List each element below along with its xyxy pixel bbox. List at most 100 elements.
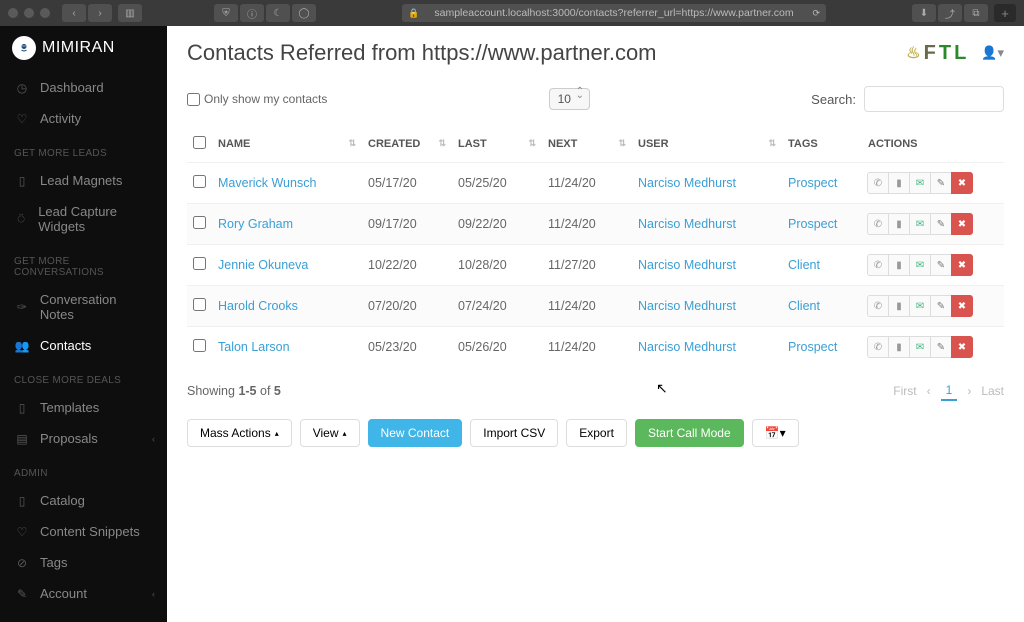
page-next[interactable]: › [967,384,971,398]
search-input[interactable] [864,86,1004,112]
user-link[interactable]: Narciso Medhurst [638,299,736,313]
maximize-window-icon[interactable] [40,8,50,18]
phone-button[interactable]: ✆ [867,213,889,235]
calendar-button[interactable]: 📅▾ [752,419,799,447]
import-csv-button[interactable]: Import CSV [470,419,558,447]
user-link[interactable]: Narciso Medhurst [638,258,736,272]
tag-link[interactable]: Client [788,258,820,272]
delete-button[interactable]: ✖ [951,295,973,317]
start-call-mode-button[interactable]: Start Call Mode [635,419,744,447]
sidebar-item-catalog[interactable]: ▯ Catalog [0,485,167,516]
sidebar-item-conversation-notes[interactable]: ✑ Conversation Notes [0,284,167,330]
column-header-created[interactable]: CREATED [362,126,452,163]
tag-link[interactable]: Prospect [788,176,837,190]
column-header-user[interactable]: USER [632,126,782,163]
contact-name-link[interactable]: Maverick Wunsch [218,176,316,190]
tag-link[interactable]: Prospect [788,217,837,231]
phone-button[interactable]: ✆ [867,172,889,194]
export-button[interactable]: Export [566,419,627,447]
sidebar-toggle[interactable]: ▥ [118,4,142,22]
info-icon[interactable]: ⓘ [240,4,264,22]
sidebar-section-conversations: GET MORE CONVERSATIONS [0,242,167,284]
mass-actions-button[interactable]: Mass Actions [187,419,292,447]
sidebar-item-tags[interactable]: ⊘ Tags [0,547,167,578]
user-menu[interactable]: 👤▾ [981,45,1004,61]
page-current[interactable]: 1 [941,381,958,401]
delete-button[interactable]: ✖ [951,213,973,235]
tag-link[interactable]: Prospect [788,340,837,354]
mobile-button[interactable]: ▮ [888,295,910,317]
new-tab-button[interactable]: + [994,4,1016,22]
reader-icon[interactable]: ☾ [266,4,290,22]
user-link[interactable]: Narciso Medhurst [638,217,736,231]
refresh-icon[interactable]: ⟳ [812,8,820,19]
edit-button[interactable]: ✎ [930,254,952,276]
email-button[interactable]: ✉ [909,213,931,235]
mobile-button[interactable]: ▮ [888,336,910,358]
download-icon[interactable]: ⬇ [912,4,936,22]
sidebar-item-account[interactable]: ✎ Account ‹ [0,578,167,609]
sidebar-item-content-snippets[interactable]: ♡ Content Snippets [0,516,167,547]
mobile-button[interactable]: ▮ [888,254,910,276]
only-my-contacts-toggle[interactable]: Only show my contacts [187,92,327,106]
delete-button[interactable]: ✖ [951,172,973,194]
sidebar-item-dashboard[interactable]: ◷ Dashboard [0,72,167,103]
edit-button[interactable]: ✎ [930,172,952,194]
column-header-name[interactable]: NAME [212,126,362,163]
row-checkbox[interactable] [193,298,206,311]
page-size-select[interactable]: 10 [549,88,590,110]
tag-link[interactable]: Client [788,299,820,313]
phone-button[interactable]: ✆ [867,336,889,358]
column-header-next[interactable]: NEXT [542,126,632,163]
tabs-icon[interactable]: ⧉ [964,4,988,22]
sidebar-item-label: Tags [40,555,67,570]
select-all-checkbox[interactable] [193,136,206,149]
mobile-button[interactable]: ▮ [888,172,910,194]
back-button[interactable]: ‹ [62,4,86,22]
shield-icon[interactable]: ⛨ [214,4,238,22]
email-button[interactable]: ✉ [909,336,931,358]
sidebar-item-lead-magnets[interactable]: ▯ Lead Magnets [0,165,167,196]
phone-button[interactable]: ✆ [867,295,889,317]
close-window-icon[interactable] [8,8,18,18]
edit-button[interactable]: ✎ [930,295,952,317]
delete-button[interactable]: ✖ [951,336,973,358]
row-checkbox[interactable] [193,257,206,270]
sidebar-item-templates[interactable]: ▯ Templates [0,392,167,423]
url-bar[interactable]: 🔒 sampleaccount.localhost:3000/contacts?… [402,4,826,22]
page-first[interactable]: First [893,384,916,398]
edit-button[interactable]: ✎ [930,213,952,235]
view-button[interactable]: View [300,419,360,447]
email-button[interactable]: ✉ [909,295,931,317]
mobile-button[interactable]: ▮ [888,213,910,235]
page-last[interactable]: Last [981,384,1004,398]
new-contact-button[interactable]: New Contact [368,419,463,447]
page-prev[interactable]: ‹ [927,384,931,398]
email-button[interactable]: ✉ [909,254,931,276]
sidebar-item-activity[interactable]: ♡ Activity [0,103,167,134]
row-checkbox[interactable] [193,175,206,188]
row-checkbox[interactable] [193,216,206,229]
column-header-last[interactable]: LAST [452,126,542,163]
contact-name-link[interactable]: Talon Larson [218,340,290,354]
contact-name-link[interactable]: Harold Crooks [218,299,298,313]
minimize-window-icon[interactable] [24,8,34,18]
logo[interactable]: MIMIRAN [0,36,167,72]
contact-name-link[interactable]: Rory Graham [218,217,293,231]
user-link[interactable]: Narciso Medhurst [638,176,736,190]
forward-button[interactable]: › [88,4,112,22]
row-checkbox[interactable] [193,339,206,352]
extensions-icon[interactable]: ◯ [292,4,316,22]
phone-button[interactable]: ✆ [867,254,889,276]
only-my-contacts-checkbox[interactable] [187,93,200,106]
share-icon[interactable]: ⤴ [938,4,962,22]
phone-icon: ✆ [874,301,882,312]
email-button[interactable]: ✉ [909,172,931,194]
user-link[interactable]: Narciso Medhurst [638,340,736,354]
delete-button[interactable]: ✖ [951,254,973,276]
sidebar-item-contacts[interactable]: 👥 Contacts [0,330,167,361]
edit-button[interactable]: ✎ [930,336,952,358]
contact-name-link[interactable]: Jennie Okuneva [218,258,308,272]
sidebar-item-lead-capture[interactable]: ⍥ Lead Capture Widgets [0,196,167,242]
sidebar-item-proposals[interactable]: ▤ Proposals ‹ [0,423,167,454]
